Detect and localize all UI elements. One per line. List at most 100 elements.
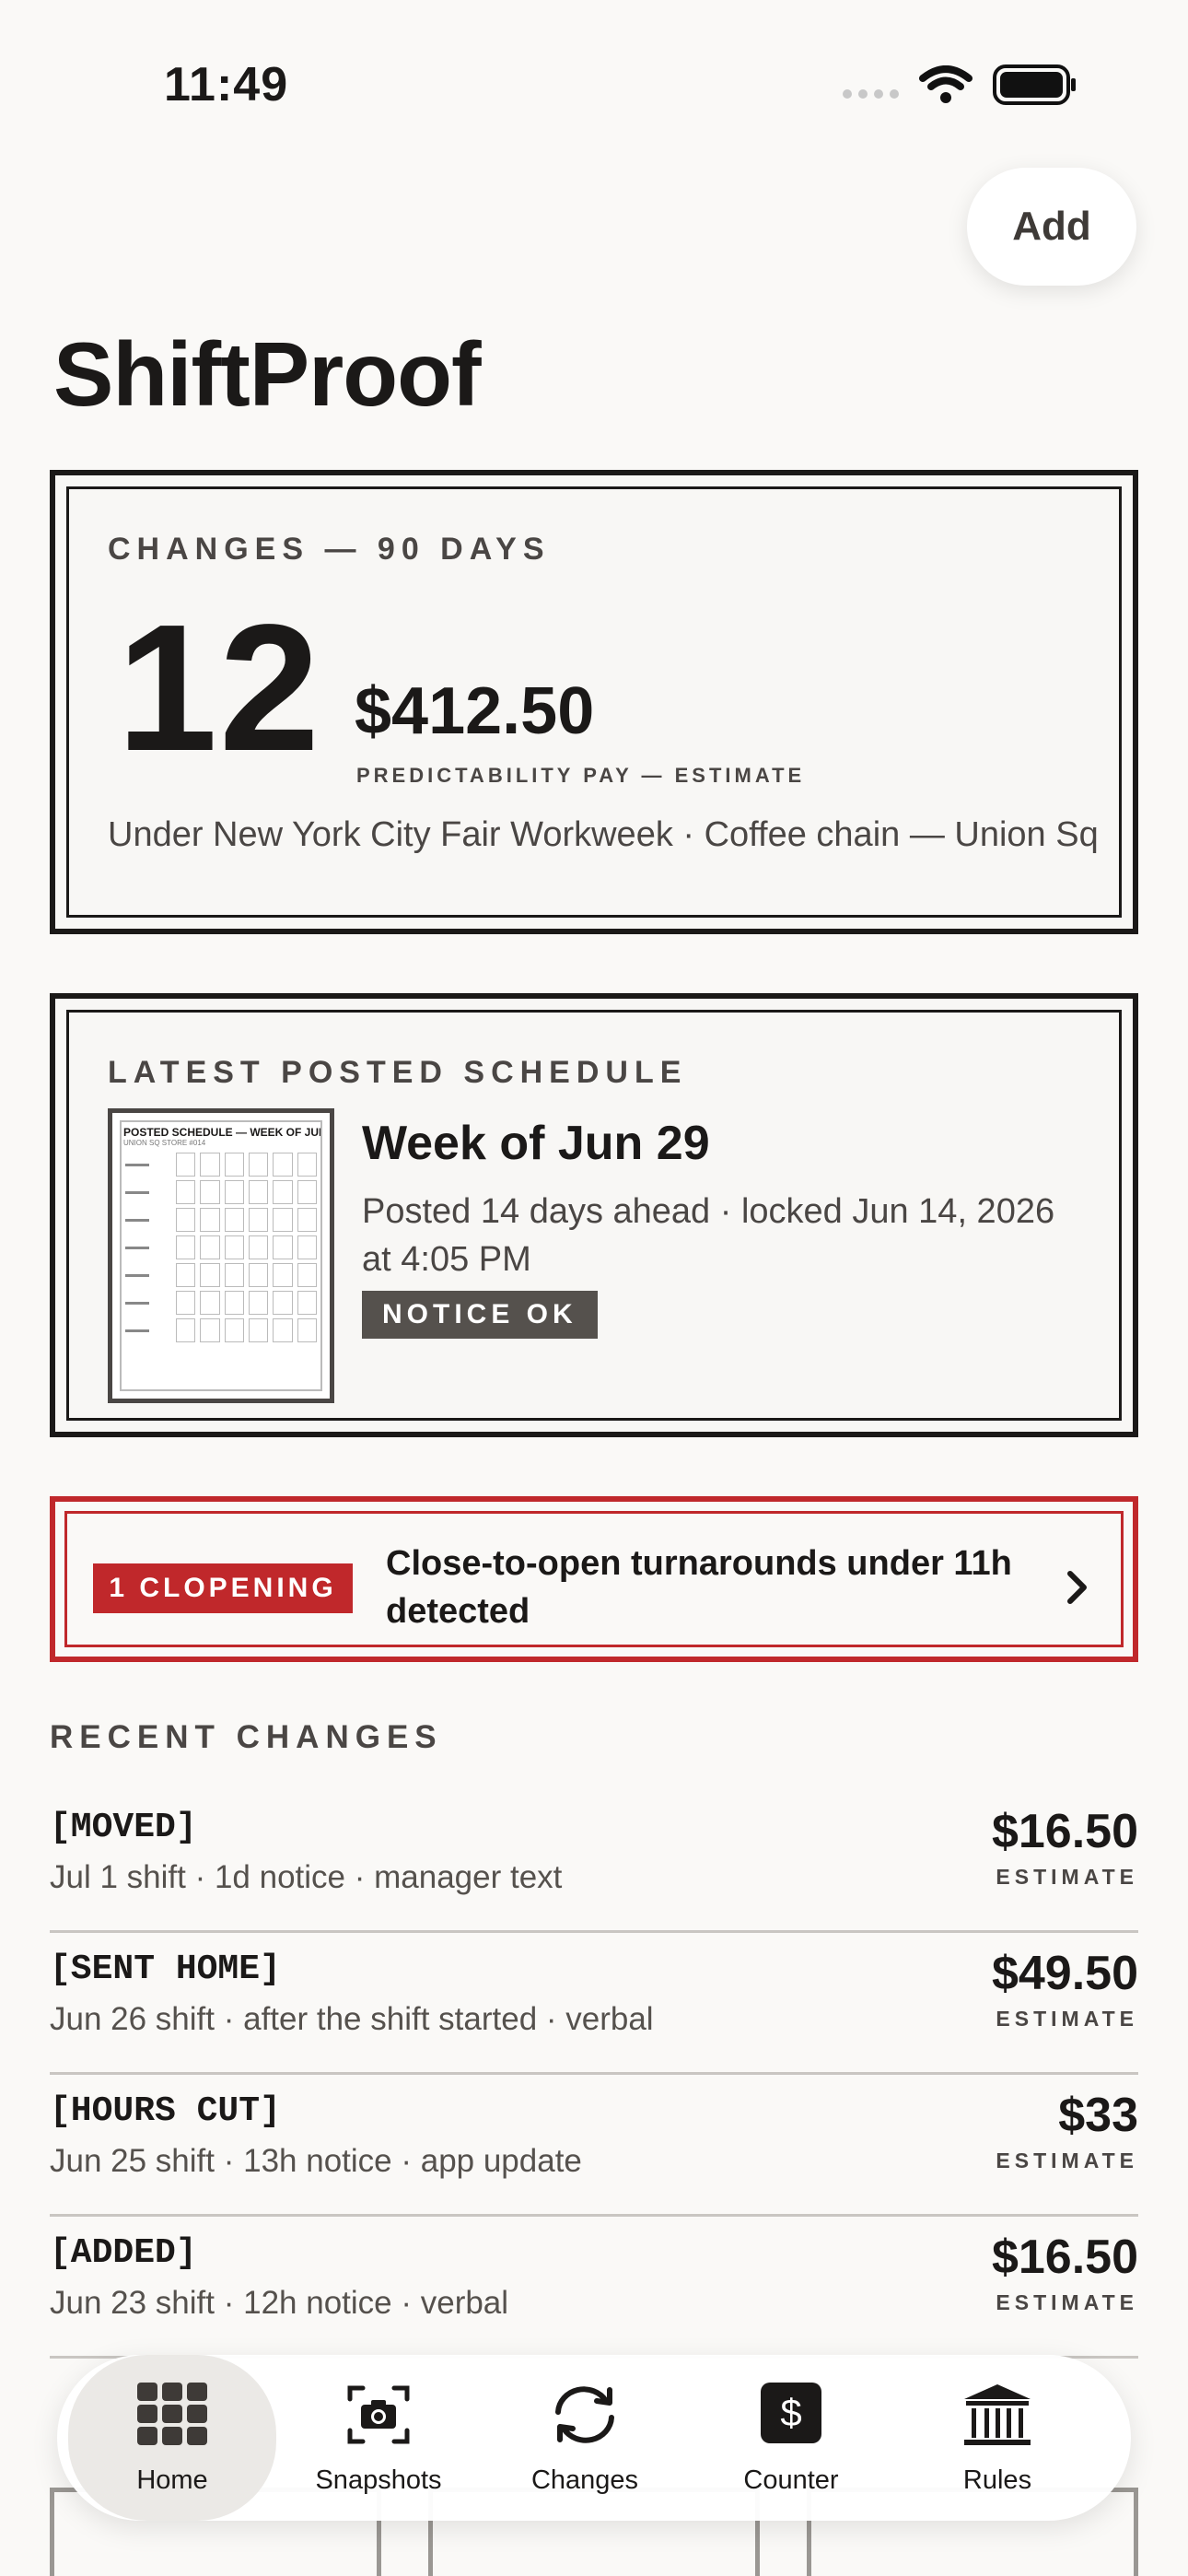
thumbnail-cell [176, 1318, 196, 1342]
svg-text:$: $ [780, 2391, 801, 2434]
summary-card[interactable]: CHANGES — 90 DAYS 12 $412.50 PREDICTABIL… [50, 470, 1138, 934]
thumbnail-cell [249, 1263, 269, 1287]
change-type: [ADDED] [50, 2233, 197, 2273]
change-estimate-label: ESTIMATE [996, 2290, 1138, 2314]
schedule-detail: Posted 14 days ahead · locked Jun 14, 20… [362, 1192, 1055, 1279]
tab-changes[interactable]: Changes [481, 2355, 689, 2521]
schedule-thumbnail-title: POSTED SCHEDULE — WEEK OF JUN 29 [123, 1126, 320, 1139]
change-amount: $16.50 [991, 1805, 1138, 1858]
thumbnail-cell [297, 1263, 317, 1287]
thumbnail-row-label [125, 1153, 171, 1177]
schedule-thumbnail-grid [122, 1153, 320, 1342]
change-type: [MOVED] [50, 1808, 197, 1847]
screen: 11:49 Add ShiftProof CHANGES — 90 DAYS 1… [0, 0, 1188, 2576]
thumbnail-cell [200, 1235, 220, 1259]
grid-icon [137, 2383, 207, 2445]
thumbnail-row-label [125, 1291, 171, 1315]
thumbnail-cell [249, 1318, 269, 1342]
recent-changes-heading: RECENT CHANGES [50, 1719, 443, 1755]
notice-status-badge: NOTICE OK [362, 1291, 598, 1339]
thumbnail-cell [249, 1180, 269, 1204]
change-estimate-label: ESTIMATE [996, 1865, 1138, 1889]
predictability-pay-label: PREDICTABILITY PAY — ESTIMATE [356, 764, 806, 787]
change-detail: Jun 23 shift · 12h notice · verbal [50, 2285, 509, 2321]
tab-counter[interactable]: $ Counter [687, 2355, 895, 2521]
change-type: [SENT HOME] [50, 1950, 281, 1989]
change-row[interactable]: [MOVED] Jul 1 shift · 1d notice · manage… [50, 1791, 1138, 1933]
wifi-icon [919, 65, 973, 103]
thumbnail-cell [200, 1263, 220, 1287]
chevron-right-icon [1067, 1571, 1087, 1604]
thumbnail-cell [176, 1153, 196, 1177]
thumbnail-cell [176, 1180, 196, 1204]
change-estimate-label: ESTIMATE [996, 2007, 1138, 2031]
dollar-icon: $ [761, 2383, 821, 2443]
refresh-icon [555, 2386, 614, 2443]
bank-icon [964, 2384, 1031, 2445]
change-amount: $33 [1058, 2089, 1138, 2142]
change-row[interactable]: [ADDED] Jun 23 shift · 12h notice · verb… [50, 2217, 1138, 2359]
thumbnail-row-label [125, 1235, 171, 1259]
thumbnail-cell [297, 1208, 317, 1232]
change-count: 12 [117, 587, 322, 789]
change-row[interactable]: [HOURS CUT] Jun 25 shift · 13h notice · … [50, 2075, 1138, 2217]
change-amount: $49.50 [991, 1947, 1138, 2000]
thumbnail-cell [176, 1263, 196, 1287]
thumbnail-cell [297, 1291, 317, 1315]
latest-schedule-card[interactable]: LATEST POSTED SCHEDULE POSTED SCHEDULE —… [50, 993, 1138, 1437]
schedule-week: Week of Jun 29 [362, 1117, 710, 1170]
summary-eyebrow: CHANGES — 90 DAYS [108, 532, 551, 567]
tab-rules[interactable]: Rules [893, 2355, 1101, 2521]
tab-label: Changes [530, 2465, 639, 2495]
thumbnail-cell [224, 1235, 244, 1259]
change-amount: $16.50 [991, 2231, 1138, 2284]
battery-icon [993, 64, 1076, 105]
thumbnail-cell [176, 1291, 196, 1315]
thumbnail-cell [297, 1235, 317, 1259]
clopening-alert[interactable]: 1 CLOPENING Close-to-open turnarounds un… [50, 1496, 1138, 1662]
thumbnail-cell [273, 1263, 293, 1287]
change-estimate-label: ESTIMATE [996, 2149, 1138, 2172]
add-button[interactable]: Add [967, 168, 1136, 286]
thumbnail-cell [224, 1263, 244, 1287]
tab-label: Counter [743, 2465, 839, 2495]
thumbnail-cell [224, 1153, 244, 1177]
thumbnail-cell [249, 1291, 269, 1315]
page-title: ShiftProof [53, 323, 482, 425]
schedule-thumbnail[interactable]: POSTED SCHEDULE — WEEK OF JUN 29 UNION S… [108, 1108, 334, 1403]
change-row[interactable]: [SENT HOME] Jun 26 shift · after the shi… [50, 1933, 1138, 2075]
tab-label: Snapshots [315, 2465, 442, 2495]
status-time: 11:49 [164, 58, 289, 111]
thumbnail-cell [200, 1208, 220, 1232]
tab-bar: Home Snapshots Changes $ Counter Rules [57, 2355, 1131, 2521]
thumbnail-cell [273, 1180, 293, 1204]
status-icons [843, 64, 1077, 105]
schedule-thumbnail-subtitle: UNION SQ STORE #014 [123, 1139, 206, 1147]
clopening-alert-frame: 1 CLOPENING Close-to-open turnarounds un… [64, 1511, 1124, 1647]
thumbnail-row-label [125, 1263, 171, 1287]
predictability-pay-amount: $412.50 [355, 674, 595, 748]
change-detail: Jun 26 shift · after the shift started ·… [50, 2001, 654, 2037]
thumbnail-cell [224, 1208, 244, 1232]
thumbnail-cell [200, 1318, 220, 1342]
thumbnail-row-label [125, 1208, 171, 1232]
tab-snapshots[interactable]: Snapshots [274, 2355, 483, 2521]
thumbnail-cell [176, 1208, 196, 1232]
thumbnail-cell [249, 1208, 269, 1232]
change-detail: Jul 1 shift · 1d notice · manager text [50, 1859, 563, 1895]
thumbnail-cell [273, 1208, 293, 1232]
thumbnail-cell [224, 1180, 244, 1204]
thumbnail-cell [273, 1318, 293, 1342]
thumbnail-cell [224, 1318, 244, 1342]
change-detail: Jun 25 shift · 13h notice · app update [50, 2143, 582, 2179]
schedule-eyebrow: LATEST POSTED SCHEDULE [108, 1055, 688, 1090]
thumbnail-cell [297, 1180, 317, 1204]
thumbnail-cell [273, 1235, 293, 1259]
camera-icon [347, 2385, 410, 2444]
summary-description: Under New York City Fair Workweek · Coff… [108, 815, 1099, 854]
thumbnail-cell [297, 1318, 317, 1342]
tab-label: Home [136, 2465, 208, 2495]
tab-home[interactable]: Home [68, 2355, 276, 2521]
thumbnail-cell [200, 1291, 220, 1315]
thumbnail-cell [273, 1291, 293, 1315]
